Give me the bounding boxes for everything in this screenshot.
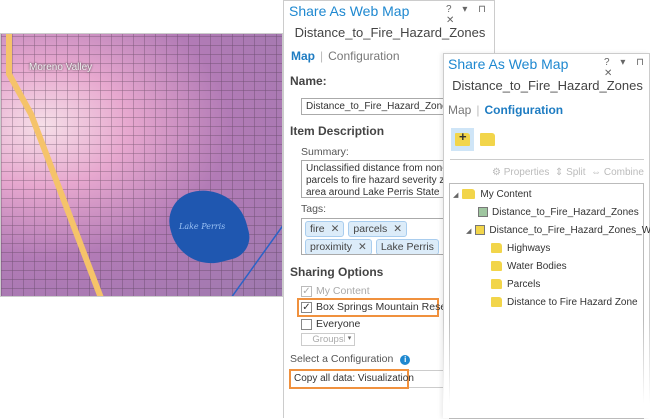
tag[interactable]: fire ✕ [305, 221, 345, 237]
checkbox-label: Everyone [316, 318, 361, 330]
configuration-button[interactable] [480, 133, 500, 146]
share-my-content-checkbox: ✓ My Content [301, 285, 370, 297]
tree-item-web-map[interactable]: Distance_to_Fire_Hazard_Zones [478, 207, 639, 218]
tag[interactable]: parcels ✕ [348, 221, 408, 237]
remove-tag-icon[interactable]: ✕ [393, 223, 402, 235]
tag-label: proximity [310, 241, 353, 253]
tab-configuration[interactable]: Configuration [328, 49, 399, 63]
name-label: Name: [290, 74, 327, 88]
layer-icon [491, 243, 502, 254]
config-label-text: Select a Configuration [290, 353, 394, 365]
checkbox-label: Box Springs Mountain Reserve [316, 301, 461, 313]
tree-label: Distance_to_Fire_Hazard_Zones [492, 207, 639, 218]
select-configuration-label: Select a Configuration i [290, 353, 411, 365]
tree-label: My Content [480, 189, 532, 200]
groups-dropdown: Groups ▾ [301, 333, 355, 346]
split-label: Split [566, 167, 586, 178]
pane-subtitle: Distance_to_Fire_Hazard_Zones [452, 78, 643, 93]
tag[interactable]: Lake Perris [375, 239, 439, 254]
tree-item-layer[interactable]: Water Bodies [491, 261, 567, 272]
tree-item-tile-layer[interactable]: ◢Distance_to_Fire_Hazard_Zones_WTL1 [466, 225, 650, 236]
sharing-options-heading: Sharing Options [290, 265, 384, 279]
groups-label: Groups [312, 334, 344, 345]
info-icon[interactable]: i [400, 355, 411, 365]
checkbox-label: My Content [316, 285, 370, 297]
remove-tag-icon[interactable]: ✕ [358, 241, 367, 253]
configuration-value[interactable]: Copy all data: Visualization [289, 369, 414, 389]
tab-map[interactable]: Map [448, 103, 471, 117]
tab-configuration[interactable]: Configuration [484, 103, 563, 117]
plus-icon: + [459, 129, 467, 144]
split-button: ⇕ Split [554, 167, 586, 178]
pane-title: Share As Web Map [289, 3, 410, 19]
folder-icon [480, 133, 495, 146]
tree-item-my-content[interactable]: ◢ My Content [453, 189, 532, 200]
tree-label: Distance_to_Fire_Hazard_Zones_WTL1 [489, 225, 650, 236]
tree-label: Distance to Fire Hazard Zone [507, 297, 638, 308]
pane-controls[interactable]: ? ▾ ⊓ ✕ [446, 4, 494, 26]
map-view[interactable]: Moreno Valley Lake Perris [0, 33, 283, 297]
pane-controls[interactable]: ? ▾ ⊓ ✕ [604, 57, 649, 79]
layer-icon [491, 261, 502, 272]
toolbar: ⚙ Properties ⇕ Split ⇔ Combine [492, 167, 644, 178]
tree-item-layer[interactable]: Distance to Fire Hazard Zone [491, 297, 638, 308]
combine-label: Combine [603, 167, 644, 178]
summary-label: Summary: [301, 146, 349, 158]
combine-button: ⇔ Combine [591, 167, 644, 178]
tree-label: Highways [507, 243, 551, 254]
properties-label: Properties [503, 167, 550, 178]
layer-icon [491, 279, 502, 290]
city-label: Moreno Valley [29, 62, 93, 73]
pane-subtitle: Distance_to_Fire_Hazard_Zones [294, 25, 486, 40]
tree-item-layer[interactable]: Parcels [491, 279, 540, 290]
highway [6, 34, 282, 296]
remove-tag-icon[interactable]: ✕ [331, 223, 340, 235]
tag-label: parcels [353, 223, 388, 235]
tag[interactable]: proximity ✕ [305, 239, 372, 254]
web-map-icon [478, 207, 488, 218]
pane-title: Share As Web Map [448, 56, 569, 72]
tags-label: Tags: [301, 203, 327, 215]
share-group-checkbox[interactable]: ✓ Box Springs Mountain Reserve [297, 298, 461, 317]
lake-label: Lake Perris [179, 222, 226, 231]
divider [450, 159, 644, 160]
tab-map[interactable]: Map [291, 49, 315, 63]
layer-icon [491, 297, 502, 308]
add-configuration-button[interactable]: + [451, 128, 474, 151]
fade-overlay [443, 320, 650, 418]
folder-open-icon [462, 189, 476, 200]
chevron-down-icon: ▾ [344, 334, 354, 342]
tree-label: Parcels [507, 279, 541, 290]
item-description-heading: Item Description [290, 124, 385, 138]
share-everyone-checkbox[interactable]: Everyone [301, 318, 360, 330]
tree-label: Water Bodies [507, 261, 567, 272]
tag-label: Lake Perris [380, 241, 434, 253]
tag-label: fire [310, 223, 325, 235]
tile-layer-icon [475, 225, 486, 236]
properties-button: ⚙ Properties [492, 167, 550, 178]
tree-item-layer[interactable]: Highways [491, 243, 550, 254]
